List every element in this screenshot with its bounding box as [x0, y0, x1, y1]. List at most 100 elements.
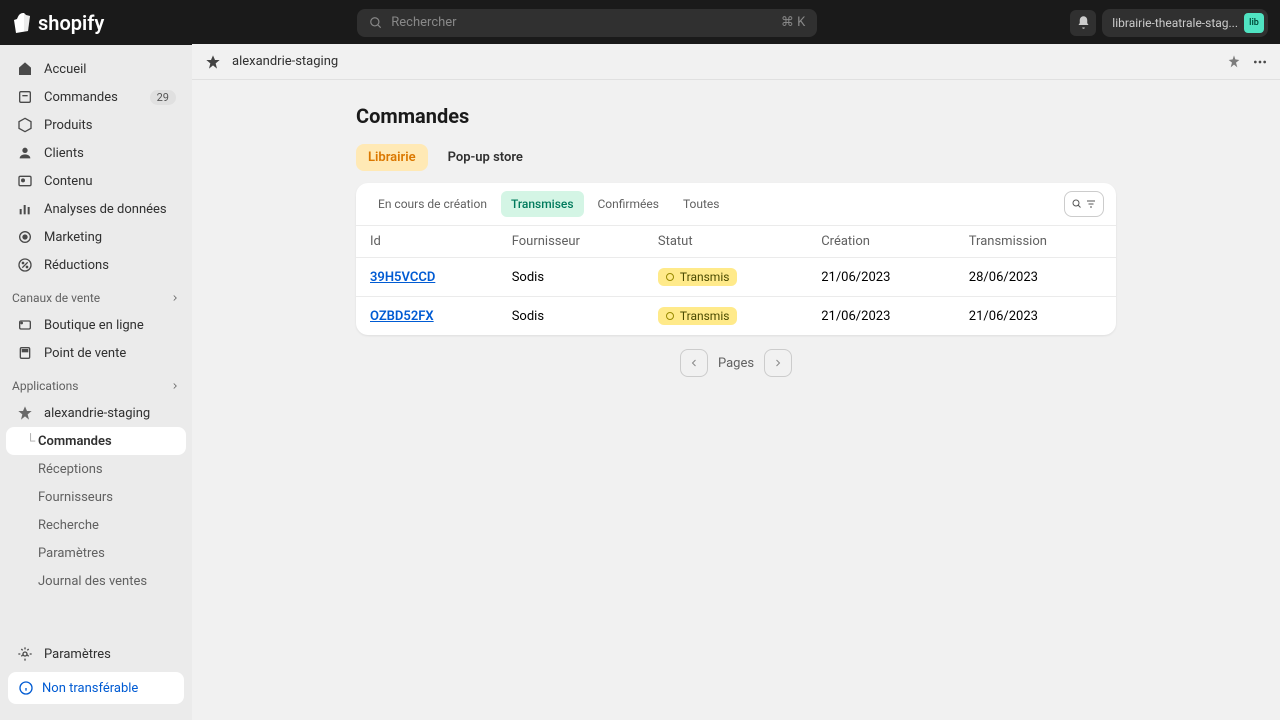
- subnav-label: Réceptions: [38, 462, 103, 477]
- sidebar-item-label: Contenu: [44, 174, 93, 189]
- store-switcher[interactable]: librairie-theatrale-stag... lib: [1102, 9, 1268, 37]
- orders-icon: [16, 88, 34, 106]
- sidebar-item-label: Produits: [44, 118, 93, 133]
- sidebar-item-settings[interactable]: Paramètres: [6, 640, 186, 668]
- app-icon: [16, 404, 34, 422]
- app-name: alexandrie-staging: [232, 54, 338, 69]
- sidebar-item-marketing[interactable]: Marketing: [6, 223, 186, 251]
- store-tab-librairie[interactable]: Librairie: [356, 144, 428, 171]
- sidebar-item-label: Clients: [44, 146, 84, 161]
- info-icon: [18, 680, 34, 696]
- cell-supplier: Sodis: [498, 258, 644, 297]
- pos-icon: [16, 344, 34, 362]
- cell-supplier: Sodis: [498, 297, 644, 336]
- channels-section-header[interactable]: Canaux de vente: [0, 279, 192, 311]
- subnav-label: Paramètres: [38, 546, 105, 561]
- col-status: Statut: [644, 226, 807, 258]
- sidebar-item-customers[interactable]: Clients: [6, 139, 186, 167]
- store-tab-popup[interactable]: Pop-up store: [436, 144, 535, 171]
- sidebar-item-online-store[interactable]: Boutique en ligne: [6, 311, 186, 339]
- analytics-icon: [16, 200, 34, 218]
- subnav-item-commandes[interactable]: └ Commandes: [6, 427, 186, 455]
- status-badge: Transmis: [658, 268, 738, 286]
- chevron-right-icon: [170, 381, 180, 391]
- app-titlebar: alexandrie-staging: [192, 44, 1280, 80]
- orders-badge: 29: [150, 90, 176, 105]
- sidebar-item-label: Marketing: [44, 230, 102, 245]
- sidebar-item-label: Point de vente: [44, 346, 126, 361]
- order-link[interactable]: OZBD52FX: [370, 309, 434, 324]
- sidebar-item-discounts[interactable]: Réductions: [6, 251, 186, 279]
- sidebar-item-orders[interactable]: Commandes 29: [6, 83, 186, 111]
- more-button[interactable]: [1252, 54, 1268, 70]
- search-filter-button[interactable]: [1064, 191, 1104, 217]
- sidebar-item-label: Boutique en ligne: [44, 318, 144, 333]
- subnav-item-receptions[interactable]: Réceptions: [6, 455, 186, 483]
- filter-tab-confirmees[interactable]: Confirmées: [588, 191, 669, 217]
- chevron-right-icon: [170, 293, 180, 303]
- col-transmitted: Transmission: [955, 226, 1116, 258]
- search-input[interactable]: Rechercher ⌘ K: [357, 9, 817, 37]
- home-icon: [16, 60, 34, 78]
- marketing-icon: [16, 228, 34, 246]
- pin-button[interactable]: [1226, 54, 1242, 70]
- sidebar-item-label: Paramètres: [44, 647, 111, 662]
- alert-text: Non transférable: [42, 681, 138, 696]
- subnav-item-parametres[interactable]: Paramètres: [6, 539, 186, 567]
- store-avatar: lib: [1244, 13, 1264, 33]
- col-created: Création: [807, 226, 955, 258]
- customers-icon: [16, 144, 34, 162]
- search-icon: [369, 16, 383, 30]
- cell-transmitted: 21/06/2023: [955, 297, 1116, 336]
- pagination: Pages: [356, 335, 1116, 391]
- sidebar-item-app-alexandrie[interactable]: alexandrie-staging: [6, 399, 186, 427]
- discounts-icon: [16, 256, 34, 274]
- table-row[interactable]: 39H5VCCD Sodis Transmis 21/06/2023 28/06…: [356, 258, 1116, 297]
- orders-card: En cours de création Transmises Confirmé…: [356, 183, 1116, 335]
- page-prev-button[interactable]: [680, 349, 708, 377]
- page-title: Commandes: [356, 104, 1116, 128]
- products-icon: [16, 116, 34, 134]
- cell-created: 21/06/2023: [807, 297, 955, 336]
- col-supplier: Fournisseur: [498, 226, 644, 258]
- filter-tab-transmises[interactable]: Transmises: [501, 191, 584, 217]
- table-row[interactable]: OZBD52FX Sodis Transmis 21/06/2023 21/06…: [356, 297, 1116, 336]
- pagination-label: Pages: [718, 356, 754, 371]
- cell-transmitted: 28/06/2023: [955, 258, 1116, 297]
- cell-created: 21/06/2023: [807, 258, 955, 297]
- content-icon: [16, 172, 34, 190]
- sidebar-item-pos[interactable]: Point de vente: [6, 339, 186, 367]
- col-id: Id: [356, 226, 498, 258]
- sidebar-item-products[interactable]: Produits: [6, 111, 186, 139]
- tree-line-icon: └: [26, 433, 35, 449]
- order-link[interactable]: 39H5VCCD: [370, 270, 435, 285]
- filter-tab-encours[interactable]: En cours de création: [368, 191, 497, 217]
- subnav-item-fournisseurs[interactable]: Fournisseurs: [6, 483, 186, 511]
- subnav-item-recherche[interactable]: Recherche: [6, 511, 186, 539]
- filter-tab-toutes[interactable]: Toutes: [673, 191, 730, 217]
- gear-icon: [16, 645, 34, 663]
- sidebar: Accueil Commandes 29 Produits Clients Co…: [0, 45, 192, 720]
- sidebar-item-home[interactable]: Accueil: [6, 55, 186, 83]
- sidebar-item-label: Commandes: [44, 90, 118, 105]
- status-badge: Transmis: [658, 307, 738, 325]
- online-store-icon: [16, 316, 34, 334]
- sidebar-item-label: Analyses de données: [44, 202, 167, 217]
- search-shortcut: ⌘ K: [781, 15, 805, 30]
- search-placeholder: Rechercher: [391, 15, 456, 30]
- subnav-label: Fournisseurs: [38, 490, 113, 505]
- sidebar-item-content[interactable]: Contenu: [6, 167, 186, 195]
- apps-section-header[interactable]: Applications: [0, 367, 192, 399]
- sidebar-item-label: Réductions: [44, 258, 109, 273]
- orders-table: Id Fournisseur Statut Création Transmiss…: [356, 226, 1116, 335]
- logo-text: shopify: [38, 11, 104, 35]
- shopify-logo[interactable]: shopify: [12, 11, 104, 35]
- subnav-label: Recherche: [38, 518, 99, 533]
- page-next-button[interactable]: [764, 349, 792, 377]
- sidebar-item-label: alexandrie-staging: [44, 406, 150, 421]
- subnav-label: Commandes: [38, 434, 112, 449]
- notifications-button[interactable]: [1070, 10, 1096, 36]
- subnav-item-journal[interactable]: Journal des ventes: [6, 567, 186, 595]
- sidebar-item-analytics[interactable]: Analyses de données: [6, 195, 186, 223]
- non-transferable-alert[interactable]: Non transférable: [8, 672, 184, 704]
